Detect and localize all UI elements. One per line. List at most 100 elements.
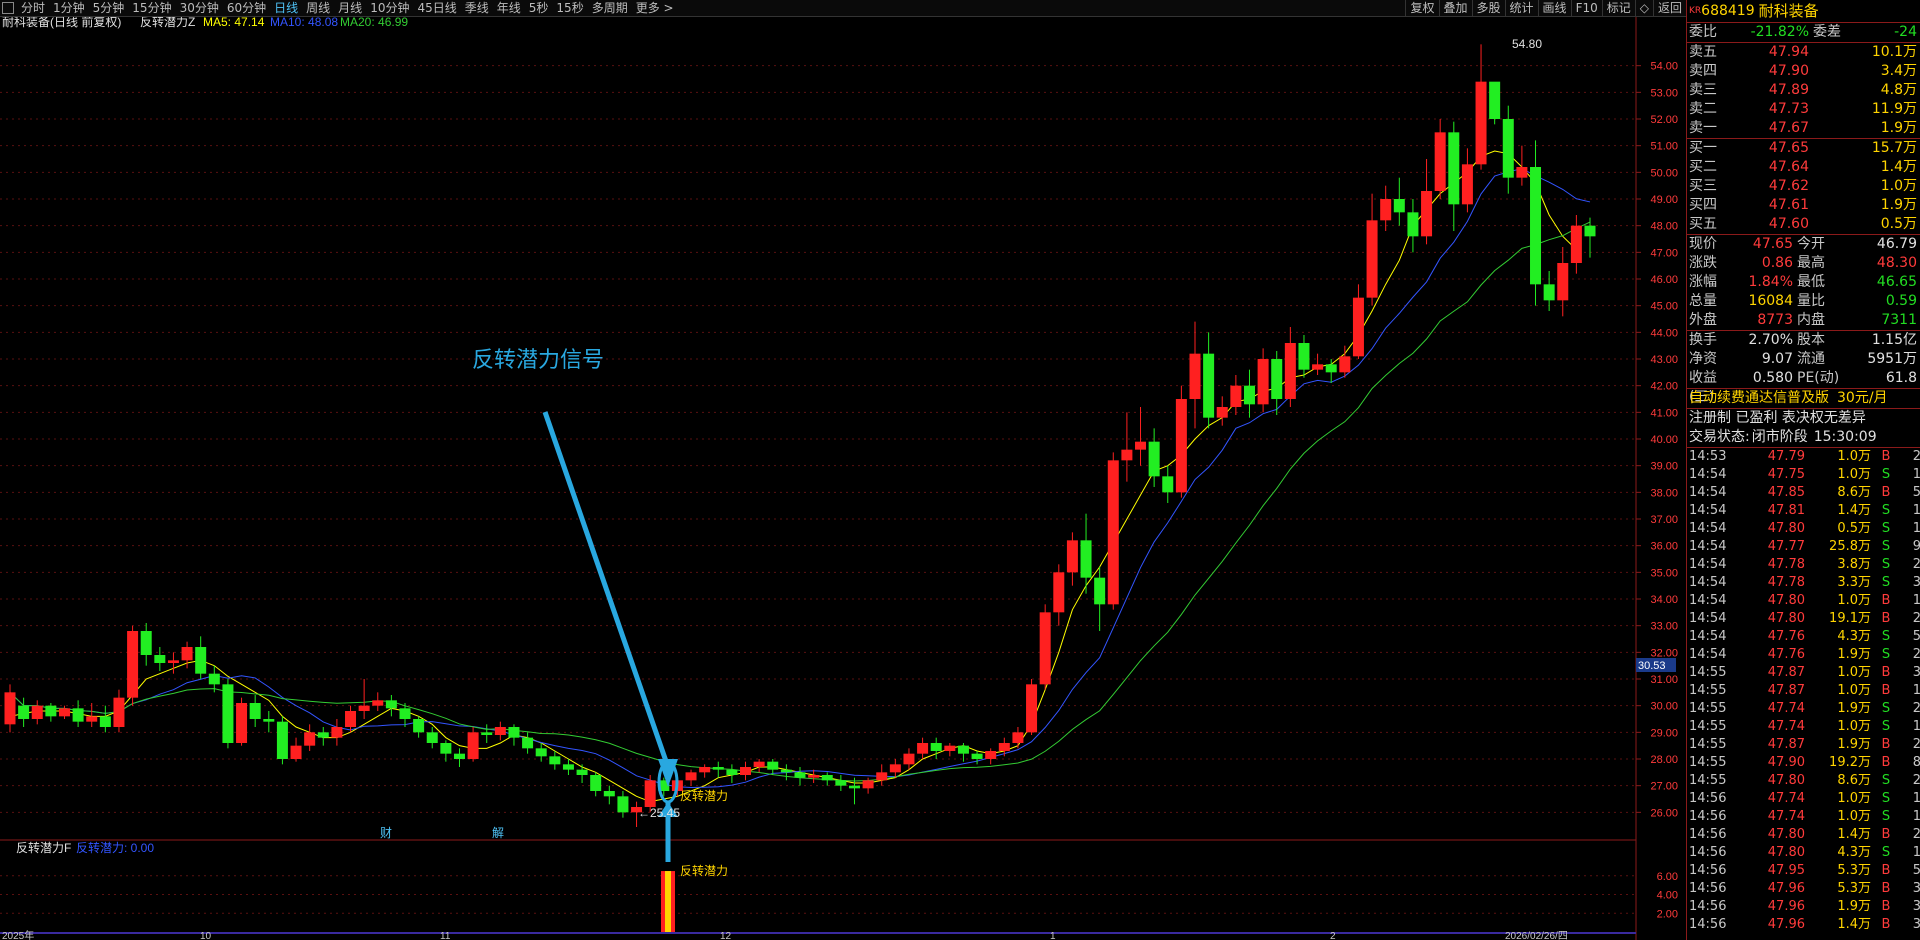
event-mark-unlock[interactable]: 解	[492, 826, 504, 840]
candle-body	[1080, 540, 1092, 578]
tick-volume: 4.3万	[1837, 845, 1871, 860]
tick-side: B	[1881, 737, 1891, 752]
quote-label: 现价	[1689, 236, 1717, 252]
tick-count: 3	[1912, 917, 1920, 932]
tick-side: B	[1881, 917, 1891, 932]
period-tab-16[interactable]: 更多 >	[632, 0, 678, 16]
tick-count: 3	[1912, 899, 1920, 914]
candle-body	[930, 743, 942, 751]
y-tick-label: 52.00	[1650, 114, 1678, 126]
period-tab-2[interactable]: 5分钟	[89, 0, 129, 16]
candle-body	[181, 647, 193, 661]
event-mark-fin[interactable]: 财	[380, 826, 392, 840]
weicha-value: -24	[1894, 24, 1917, 40]
tick-row: 14:55 47.80 8.6万 S 2	[1687, 772, 1920, 790]
chart-area[interactable]: 54.00 53.00 52.00 51.00 50.00 49.00 48.00 47.00…	[0, 17, 1686, 940]
tick-side: S	[1881, 557, 1891, 572]
tick-volume: 1.0万	[1837, 449, 1871, 464]
candle-body	[957, 745, 969, 754]
period-tab-13[interactable]: 5秒	[525, 0, 553, 16]
quote-value: 46.65	[1876, 274, 1917, 290]
toolbar-button-3[interactable]: 统计	[1504, 0, 1538, 16]
tick-count: 1	[1912, 719, 1920, 734]
tick-time: 14:54	[1689, 521, 1727, 536]
candle-body	[331, 727, 343, 738]
candle-body	[1312, 364, 1324, 370]
toolbar-button-4[interactable]: 画线	[1537, 0, 1571, 16]
ask-volume: 10.1万	[1871, 44, 1917, 60]
period-tab-15[interactable]: 多周期	[588, 0, 632, 16]
candle-body	[1012, 732, 1024, 743]
ma5-label: MA5: 47.14	[203, 17, 265, 29]
low-price-label: ←25.45	[638, 806, 680, 820]
toolbar-button-1[interactable]: 叠加	[1438, 0, 1472, 16]
period-tab-5[interactable]: 60分钟	[223, 0, 270, 16]
tick-price: 47.85	[1767, 485, 1805, 500]
period-tab-7[interactable]: 周线	[302, 0, 334, 16]
y-tick-label: 36.00	[1650, 541, 1678, 553]
candle-body	[249, 703, 261, 719]
period-tab-4[interactable]: 30分钟	[176, 0, 223, 16]
candle-body	[86, 716, 98, 722]
tick-side: S	[1881, 467, 1891, 482]
y-tick-label: 46.00	[1650, 274, 1678, 286]
period-tab-3[interactable]: 15分钟	[128, 0, 175, 16]
period-tab-0[interactable]: 分时	[17, 0, 49, 16]
tick-time: 14:56	[1689, 845, 1727, 860]
bid-price: 47.60	[1768, 216, 1809, 232]
candle-body	[998, 743, 1010, 751]
candle-body	[780, 769, 792, 773]
tick-count: 2	[1912, 611, 1920, 626]
toolbar-button-8[interactable]: 返回	[1652, 0, 1686, 16]
toolbar-button-7[interactable]: ◇	[1634, 0, 1653, 16]
tick-row: 14:55 47.74 1.9万 S 2	[1687, 700, 1920, 718]
candle-body	[1339, 356, 1351, 373]
quote-row: 总量 16084 量比 0.59	[1687, 292, 1920, 311]
period-tab-14[interactable]: 15秒	[552, 0, 587, 16]
tick-time: 14:55	[1689, 737, 1727, 752]
tick-price: 47.76	[1767, 647, 1805, 662]
period-tab-11[interactable]: 季线	[461, 0, 493, 16]
period-tab-6[interactable]: 日线	[270, 0, 302, 16]
tick-side: S	[1881, 773, 1891, 788]
quote-value: 5951万	[1867, 351, 1917, 367]
promo-price[interactable]: 30元/月	[1829, 389, 1888, 408]
period-tab-12[interactable]: 年线	[493, 0, 525, 16]
candle-body	[1066, 540, 1078, 573]
candle-body	[1216, 407, 1228, 418]
period-tab-9[interactable]: 10分钟	[366, 0, 413, 16]
period-tab-10[interactable]: 45日线	[413, 0, 460, 16]
menu-square-icon[interactable]	[2, 2, 14, 14]
period-tab-1[interactable]: 1分钟	[49, 0, 89, 16]
bid-row: 买四 47.61 1.9万	[1687, 196, 1920, 215]
tick-side: S	[1881, 701, 1891, 716]
tick-time: 14:54	[1689, 503, 1727, 518]
tick-side: B	[1881, 755, 1891, 770]
toolbar-button-5[interactable]: F10	[1570, 0, 1602, 16]
toolbar-button-0[interactable]: 复权	[1405, 0, 1438, 16]
indicator-name: 反转潜力Z	[140, 17, 195, 29]
y-tick-label: 44.00	[1650, 327, 1678, 339]
tick-count: 3	[1912, 575, 1920, 590]
candle-body	[58, 708, 70, 717]
x-axis-label: 2025年	[2, 929, 34, 940]
tick-price: 47.79	[1767, 449, 1805, 464]
candle-body	[1107, 460, 1119, 605]
candle-body	[1570, 225, 1582, 263]
candle-body	[971, 753, 983, 759]
promo-row[interactable]: 自动续费通达信普及版 30元/月	[1687, 388, 1920, 408]
candle-body	[345, 711, 357, 727]
toolbar-button-2[interactable]: 多股	[1471, 0, 1505, 16]
period-tab-8[interactable]: 月线	[334, 0, 366, 16]
bid-volume: 1.0万	[1880, 178, 1917, 194]
promo-text[interactable]: 自动续费通达信普及版	[1687, 389, 1829, 408]
ma20-label: MA20: 46.99	[340, 17, 408, 29]
quote-value: 1.15亿	[1871, 332, 1917, 348]
y-tick-label: 51.00	[1650, 141, 1678, 153]
candle-body	[1475, 81, 1487, 165]
ask-volume: 3.4万	[1880, 63, 1917, 79]
quote-side-panel: KR 688419 耐科装备 委比 -21.82% 委差 -24 卖五 47.94…	[1686, 0, 1920, 940]
quote-label: 最高	[1797, 255, 1825, 271]
toolbar-button-6[interactable]: 标记	[1601, 0, 1635, 16]
tick-price: 47.77	[1767, 539, 1805, 554]
